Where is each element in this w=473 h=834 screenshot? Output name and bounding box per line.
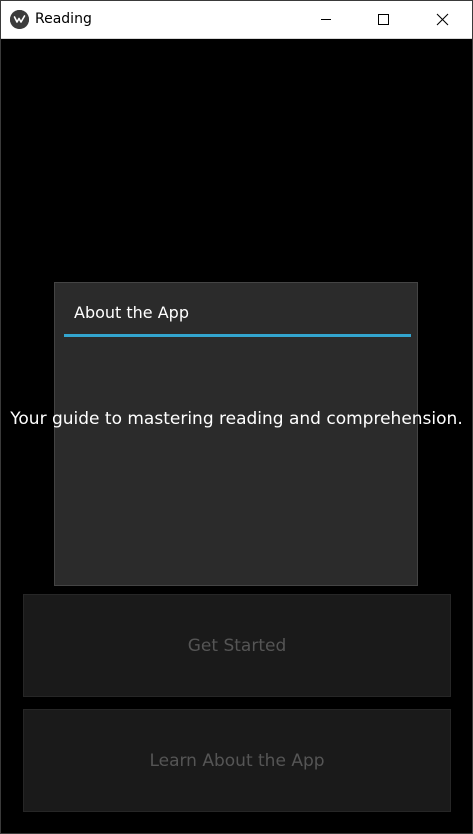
popup-content-text: Your guide to mastering reading and comp… bbox=[10, 409, 463, 429]
maximize-button[interactable] bbox=[355, 1, 413, 38]
minimize-icon bbox=[321, 19, 331, 20]
popup-title: About the App bbox=[74, 303, 189, 322]
maximize-icon bbox=[378, 14, 389, 25]
get-started-button[interactable]: Get Started bbox=[23, 594, 451, 697]
about-popup: About the App bbox=[54, 282, 418, 586]
learn-about-app-button[interactable]: Learn About the App bbox=[23, 709, 451, 812]
client-area: Get Started Learn About the App About th… bbox=[1, 39, 472, 833]
app-window: Reading Get Started Learn About the App … bbox=[0, 0, 473, 834]
minimize-button[interactable] bbox=[297, 1, 355, 38]
popup-title-separator bbox=[64, 334, 411, 337]
title-bar[interactable]: Reading bbox=[1, 1, 472, 39]
app-logo-icon bbox=[10, 10, 29, 29]
close-button[interactable] bbox=[414, 1, 472, 38]
close-icon bbox=[436, 13, 449, 26]
window-title: Reading bbox=[35, 11, 92, 27]
